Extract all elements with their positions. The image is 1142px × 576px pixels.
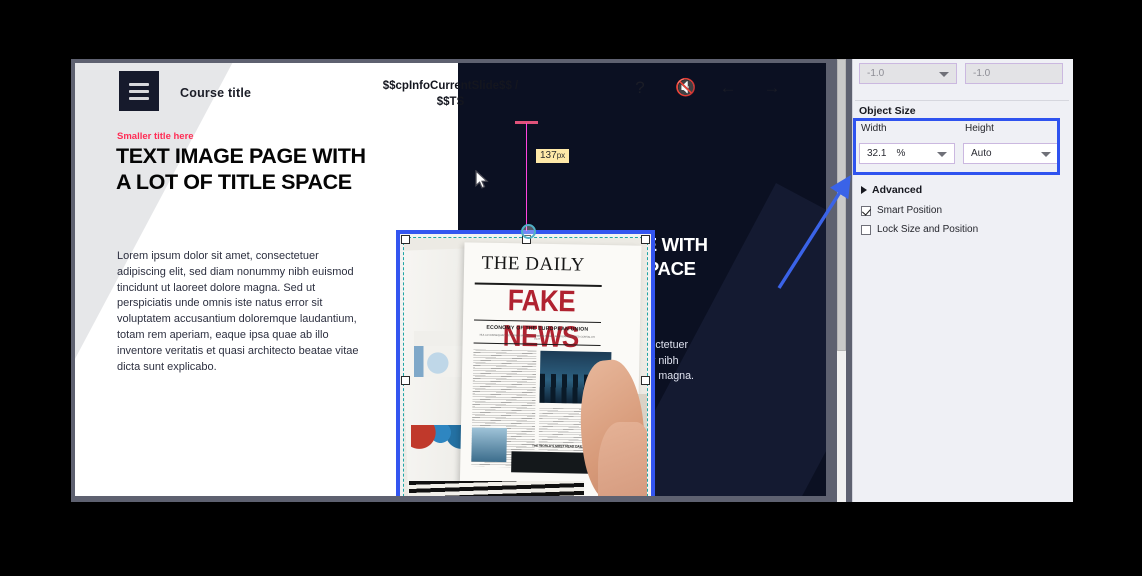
forearm bbox=[598, 421, 647, 496]
magenta-alignment-guide bbox=[526, 123, 527, 231]
next-slide-icon[interactable]: → bbox=[763, 79, 781, 96]
width-label: Width bbox=[861, 123, 887, 134]
advanced-disclosure[interactable]: Advanced bbox=[861, 184, 922, 196]
width-unit: % bbox=[896, 148, 906, 159]
height-unit-chevron-down-icon[interactable] bbox=[1041, 151, 1051, 157]
guide-anchor-node bbox=[521, 224, 536, 239]
triangle-right-icon bbox=[861, 186, 867, 194]
lock-size-position-row[interactable]: Lock Size and Position bbox=[861, 224, 978, 235]
object-size-section-title: Object Size bbox=[859, 105, 916, 117]
advanced-label: Advanced bbox=[872, 184, 923, 196]
striped-shirt bbox=[408, 481, 584, 496]
position-fields-row: -1.0 -1.0 bbox=[859, 63, 1063, 84]
lock-size-position-label: Lock Size and Position bbox=[877, 224, 979, 235]
smart-position-checkbox[interactable] bbox=[861, 205, 871, 216]
mute-audio-icon[interactable]: 🔇 bbox=[675, 79, 696, 96]
smart-position-row[interactable]: Smart Position bbox=[861, 205, 942, 216]
screenshot-root: Smaller title here TEXT IMAGE PAGE WITH … bbox=[0, 0, 1142, 576]
height-value: Auto bbox=[971, 148, 992, 159]
selected-image-content[interactable]: THE DAILY FAKE NEWS ECONOMY OF THE EUROP… bbox=[403, 237, 648, 496]
position-y-field[interactable]: -1.0 bbox=[965, 63, 1063, 84]
position-y-value: -1.0 bbox=[973, 68, 991, 79]
slide-left-body: Lorem ipsum dolor sit amet, consectetuer… bbox=[117, 250, 359, 373]
resize-handle-middle-left[interactable] bbox=[401, 375, 410, 385]
resize-handle-middle-right[interactable] bbox=[641, 375, 650, 385]
slide-stage[interactable]: Smaller title here TEXT IMAGE PAGE WITH … bbox=[75, 63, 826, 496]
object-size-fields-row: 32.1 % Auto bbox=[859, 143, 1059, 164]
width-unit-chevron-down-icon[interactable] bbox=[937, 151, 947, 157]
newspaper-masthead: THE DAILY bbox=[481, 252, 586, 276]
mouse-pointer-icon bbox=[475, 170, 489, 189]
height-label: Height bbox=[965, 123, 994, 134]
width-value: 32.1 bbox=[867, 148, 887, 159]
chevron-down-icon[interactable] bbox=[939, 71, 949, 77]
slide-left-headline: TEXT IMAGE PAGE WITH A LOT OF TITLE SPAC… bbox=[116, 144, 366, 194]
newspaper-photo: THE DAILY FAKE NEWS ECONOMY OF THE EUROP… bbox=[404, 238, 647, 496]
lock-size-position-checkbox[interactable] bbox=[861, 224, 871, 235]
hamburger-menu-icon[interactable] bbox=[119, 71, 159, 111]
selected-image-object[interactable]: THE DAILY FAKE NEWS ECONOMY OF THE EUROP… bbox=[396, 230, 655, 496]
smart-position-label: Smart Position bbox=[877, 205, 943, 216]
slide-editor-canvas-frame: Smaller title here TEXT IMAGE PAGE WITH … bbox=[71, 59, 830, 502]
pixel-distance-tooltip: 137px bbox=[536, 149, 570, 163]
resize-handle-top-left[interactable] bbox=[401, 235, 410, 244]
properties-panel: -1.0 -1.0 Object Size Width Height 32.1 … bbox=[852, 59, 1073, 502]
vertical-scrollbar-thumb[interactable] bbox=[837, 59, 846, 351]
panel-divider bbox=[855, 100, 1069, 101]
pixel-distance-unit: px bbox=[556, 151, 566, 160]
resize-handle-top-right[interactable] bbox=[641, 235, 650, 244]
position-x-field[interactable]: -1.0 bbox=[859, 63, 957, 84]
newspaper-inset-photo-2 bbox=[471, 426, 508, 462]
slide-kicker-text: Smaller title here bbox=[117, 131, 194, 142]
position-x-value: -1.0 bbox=[867, 68, 885, 79]
height-input[interactable]: Auto bbox=[963, 143, 1059, 164]
previous-slide-icon[interactable]: ← bbox=[719, 79, 737, 96]
slide-tool-icons: ? 🔇 ← → bbox=[631, 79, 781, 96]
pixel-distance-value: 137 bbox=[540, 150, 557, 161]
width-input[interactable]: 32.1 % bbox=[859, 143, 955, 164]
help-icon[interactable]: ? bbox=[631, 79, 649, 96]
